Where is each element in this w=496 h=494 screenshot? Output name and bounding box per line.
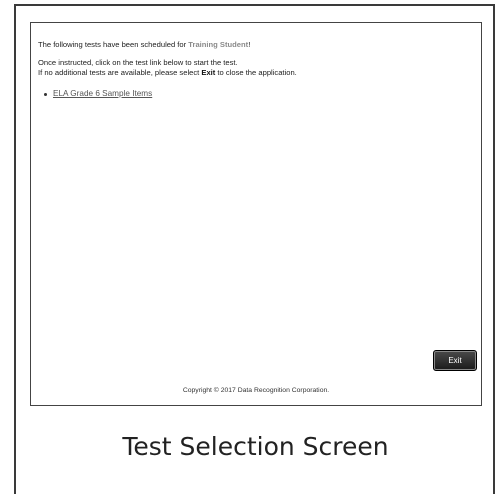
test-selection-screen: The following tests have been scheduled … — [30, 22, 482, 406]
list-item: ELA Grade 6 Sample Items — [44, 89, 473, 99]
exit-button[interactable]: Exit — [433, 350, 477, 371]
student-name: Training Student — [188, 40, 249, 49]
instruction-line-2: If no additional tests are available, pl… — [38, 68, 473, 78]
scheduled-tests-intro: The following tests have been scheduled … — [38, 40, 473, 50]
test-list: ELA Grade 6 Sample Items — [38, 89, 473, 99]
instruction-line-2-suffix: to close the application. — [215, 68, 297, 77]
test-link-ela-grade-6[interactable]: ELA Grade 6 Sample Items — [53, 89, 152, 98]
instruction-line-2-prefix: If no additional tests are available, pl… — [38, 68, 202, 77]
figure-caption: Test Selection Screen — [122, 432, 389, 461]
intro-suffix: ! — [248, 40, 251, 49]
instruction-exit-word: Exit — [201, 68, 216, 77]
instruction-line-1: Once instructed, click on the test link … — [38, 58, 238, 67]
copyright-text: Copyright © 2017 Data Recognition Corpor… — [182, 387, 330, 394]
screen-content: The following tests have been scheduled … — [38, 40, 473, 99]
intro-prefix: The following tests have been scheduled … — [38, 40, 189, 49]
